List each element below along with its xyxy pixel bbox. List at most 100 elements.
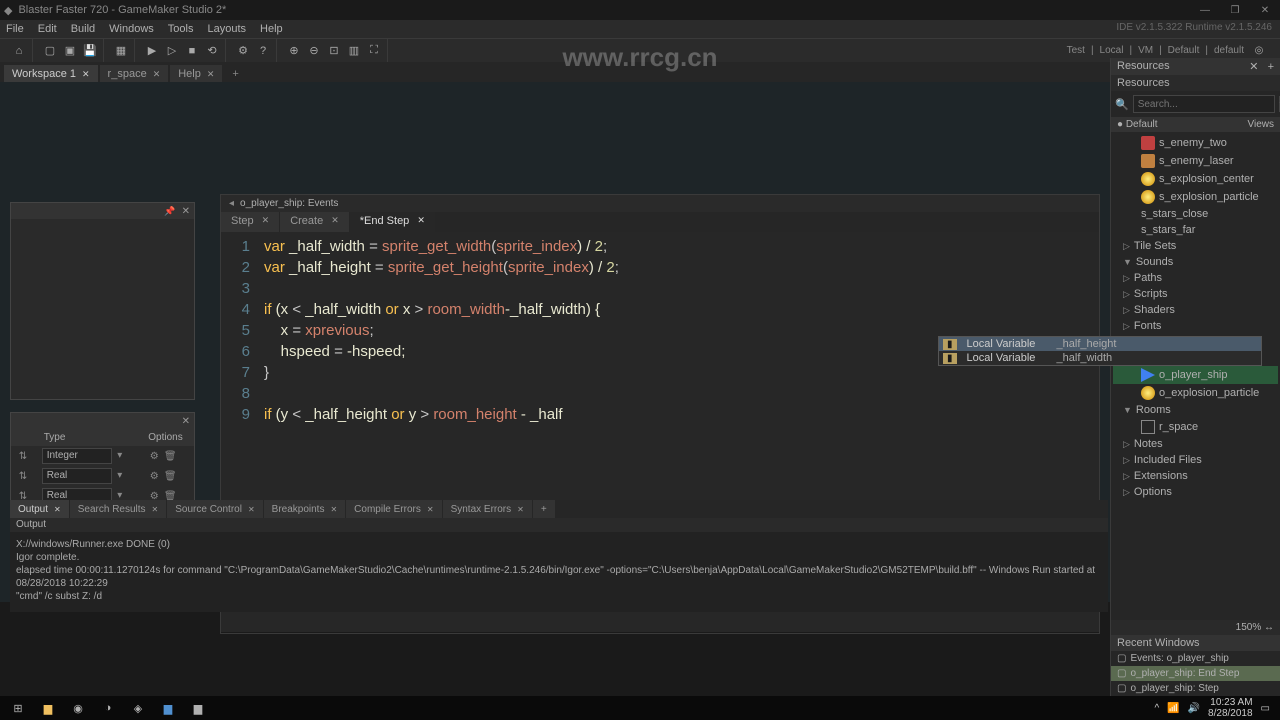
folder-included[interactable]: ▷Included Files [1113,452,1278,468]
close-icon[interactable]: ✕ [517,505,524,514]
menu-build[interactable]: Build [71,23,95,35]
explorer-icon[interactable]: ▆ [34,697,62,719]
add-tab-button[interactable]: + [224,65,246,82]
save-icon[interactable]: 💾 [81,42,99,60]
tab-end-step[interactable]: *End Step✕ [350,212,435,232]
tab-step[interactable]: Step✕ [221,212,279,232]
chrome-icon[interactable]: ◉ [64,697,92,719]
folder-options[interactable]: ▷Options [1113,484,1278,500]
app-icon[interactable]: ▆ [184,697,212,719]
tab-rspace[interactable]: r_space✕ [100,65,169,82]
tab-source-control[interactable]: Source Control✕ [167,500,262,518]
resource-search-input[interactable] [1133,95,1275,113]
gear-icon[interactable]: ⚙ [147,449,161,463]
volume-icon[interactable]: 🔊 [1188,703,1200,714]
close-icon[interactable]: ✕ [152,505,159,514]
close-icon[interactable]: ✕ [54,505,61,514]
type-select[interactable]: Real [42,468,112,484]
autocomplete-item[interactable]: ▮ Local Variable _half_height [939,337,1261,351]
close-icon[interactable]: ✕ [427,505,434,514]
close-icon[interactable]: ✕ [331,215,339,229]
target-icon[interactable]: ◎ [1250,42,1268,60]
close-icon[interactable]: ✕ [207,69,215,80]
clean-icon[interactable]: ⟲ [203,42,221,60]
chevron-down-icon[interactable]: ▾ [113,449,127,463]
notifications-icon[interactable]: ▭ [1261,703,1270,714]
tab-breakpoints[interactable]: Breakpoints✕ [264,500,346,518]
menu-windows[interactable]: Windows [109,23,154,35]
windows-taskbar[interactable]: ⊞ ▆ ◉ ◑ ◈ ▆ ▆ ^ 📶 🔊 10:23 AM 8/28/2018 ▭ [0,696,1280,720]
help-icon[interactable]: ? [254,42,272,60]
target-device[interactable]: default [1214,45,1244,56]
target-test[interactable]: Test [1067,45,1085,56]
recent-item[interactable]: ▢o_player_ship: End Step [1111,666,1280,681]
zoom-out-icon[interactable]: ⊖ [305,42,323,60]
autocomplete-item[interactable]: ▮ Local Variable _half_width [939,351,1261,365]
clock-time[interactable]: 10:23 AM [1208,697,1253,708]
menu-tools[interactable]: Tools [168,23,194,35]
tab-search-results[interactable]: Search Results✕ [70,500,167,518]
folder-extensions[interactable]: ▷Extensions [1113,468,1278,484]
gms-icon[interactable]: ◈ [124,697,152,719]
obs-icon[interactable]: ◑ [94,697,122,719]
gear-icon[interactable]: ⚙ [147,469,161,483]
close-icon[interactable]: ✕ [82,69,90,80]
link-icon[interactable]: ⇅ [16,469,30,483]
menu-help[interactable]: Help [260,23,283,35]
menu-edit[interactable]: Edit [38,23,57,35]
chevron-down-icon[interactable]: ▾ [113,469,127,483]
collapse-icon[interactable]: ◂ [229,198,234,209]
zoom-in-icon[interactable]: ⊕ [285,42,303,60]
type-select[interactable]: Integer [42,448,112,464]
dock-icon[interactable]: ▥ [345,42,363,60]
close-icon[interactable]: ✕ [182,416,190,427]
close-button[interactable]: ✕ [1254,2,1276,18]
object-player-ship[interactable]: o_player_ship [1113,366,1278,384]
output-log[interactable]: X://windows/Runner.exe DONE (0) Igor com… [10,532,1108,612]
minimize-button[interactable]: — [1194,2,1216,18]
close-icon[interactable]: ✕ [330,505,337,514]
sprite-item[interactable]: s_enemy_laser [1113,152,1278,170]
folder-paths[interactable]: ▷Paths [1113,270,1278,286]
home-icon[interactable]: ⌂ [10,42,28,60]
views-button[interactable]: Views [1248,119,1275,130]
tab-create[interactable]: Create✕ [280,212,349,232]
zoom-reset-icon[interactable]: ⊡ [325,42,343,60]
default-view[interactable]: Default [1126,119,1158,130]
start-button[interactable]: ⊞ [4,697,32,719]
delete-icon[interactable]: 🗑 [163,449,177,463]
maximize-button[interactable]: ❐ [1224,2,1246,18]
tray-up-icon[interactable]: ^ [1154,703,1159,714]
delete-icon[interactable]: 🗑 [163,469,177,483]
game-options-icon[interactable]: ⚙ [234,42,252,60]
new-icon[interactable]: ▢ [41,42,59,60]
folder-sounds[interactable]: ▼Sounds [1113,254,1278,270]
menu-layouts[interactable]: Layouts [207,23,246,35]
tab-syntax-errors[interactable]: Syntax Errors✕ [443,500,532,518]
tab-workspace1[interactable]: Workspace 1✕ [4,65,98,82]
close-icon[interactable]: ✕ [417,215,425,229]
tab-help[interactable]: Help✕ [170,65,222,82]
debug-icon[interactable]: ▶ [143,42,161,60]
folder-fonts[interactable]: ▷Fonts [1113,318,1278,334]
close-icon[interactable]: ✕ [262,215,270,229]
folder-scripts[interactable]: ▷Scripts [1113,286,1278,302]
sprite-item[interactable]: s_stars_close [1113,206,1278,222]
sprite-item[interactable]: s_explosion_particle [1113,188,1278,206]
expand-icon[interactable]: ⛶ [365,42,383,60]
zoom-level[interactable]: 150% ↔ [1111,620,1280,635]
resource-tree[interactable]: s_enemy_two s_enemy_laser s_explosion_ce… [1111,132,1280,620]
tab-output[interactable]: Output✕ [10,500,69,518]
stop-icon[interactable]: ■ [183,42,201,60]
folder-tilesets[interactable]: ▷Tile Sets [1113,238,1278,254]
recent-item[interactable]: ▢Events: o_player_ship [1111,651,1280,666]
run-icon[interactable]: ▷ [163,42,181,60]
autocomplete-popup[interactable]: ▮ Local Variable _half_height ▮ Local Va… [938,336,1262,366]
clock-date[interactable]: 8/28/2018 [1208,708,1253,719]
target-config[interactable]: Default [1168,45,1200,56]
folder-rooms[interactable]: ▼Rooms [1113,402,1278,418]
sprite-item[interactable]: s_explosion_center [1113,170,1278,188]
sprite-item[interactable]: s_stars_far [1113,222,1278,238]
create-exe-icon[interactable]: ▦ [112,42,130,60]
folder-shaders[interactable]: ▷Shaders [1113,302,1278,318]
